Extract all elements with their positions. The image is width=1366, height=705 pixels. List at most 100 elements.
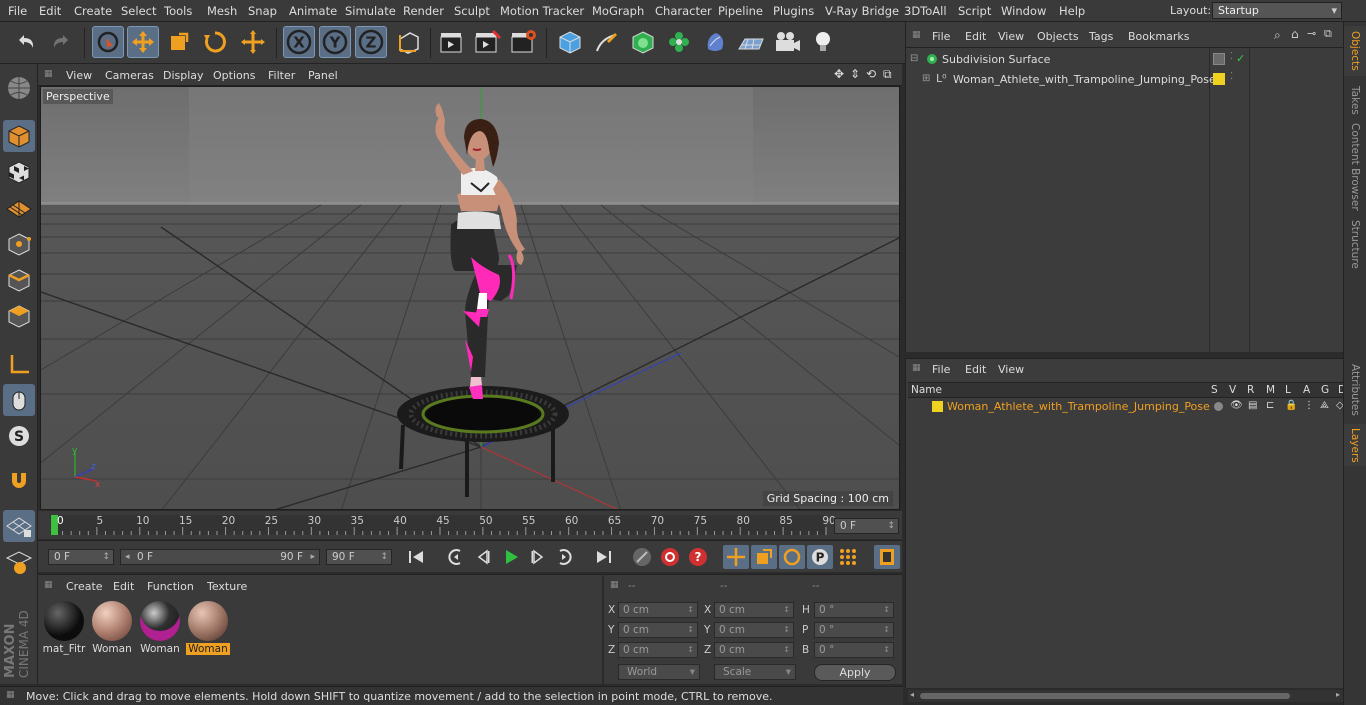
frame-range-slider[interactable]: ◂ 0 F 90 F ▸	[120, 549, 320, 565]
material-menu-texture[interactable]: Texture	[207, 580, 247, 593]
camera-icon[interactable]	[771, 26, 803, 58]
layer-menu-file[interactable]: File	[932, 363, 950, 376]
eye-icon[interactable]: 👁	[1230, 400, 1243, 411]
layer-color-icon[interactable]	[1213, 73, 1225, 85]
viewport-menu-options[interactable]: Options	[213, 69, 255, 82]
timeline-ruler[interactable]: 0 5 10 15 20 25 30 35 40 45 50 55 60 65 70 75 80 85 90 0 F	[38, 511, 902, 539]
animation-icon[interactable]: ⋮	[1304, 400, 1314, 411]
manager-icon[interactable]: ⊏	[1266, 400, 1274, 411]
material-menu-function[interactable]: Function	[147, 580, 194, 593]
cube-primitive-icon[interactable]	[554, 26, 586, 58]
undo-icon[interactable]	[10, 26, 42, 58]
layout-select[interactable]: Startup	[1212, 2, 1342, 19]
home-icon[interactable]: ⌂	[1291, 27, 1299, 41]
scrollbar-thumb[interactable]	[920, 693, 1290, 699]
solo-dot-icon[interactable]	[1214, 402, 1223, 411]
key-rotation-icon[interactable]	[779, 545, 805, 569]
menu-3dtoall[interactable]: 3DToAll	[904, 4, 947, 18]
menu-mograph[interactable]: MoGraph	[592, 4, 644, 18]
move-tool-icon[interactable]	[127, 26, 159, 58]
tab-structure[interactable]: Structure	[1344, 216, 1366, 272]
motion-record-icon[interactable]	[629, 545, 655, 569]
render-clapper-icon[interactable]: ▤	[1248, 400, 1257, 411]
recent-tools-icon[interactable]	[237, 26, 269, 58]
next-frame-icon[interactable]	[525, 545, 551, 569]
go-to-end-icon[interactable]	[591, 545, 617, 569]
previous-keyframe-icon[interactable]	[441, 545, 467, 569]
visibility-dots-icon[interactable]: ⁚	[1230, 71, 1233, 82]
rotate-tool-icon[interactable]	[199, 26, 231, 58]
object-menu-objects[interactable]: Objects	[1037, 30, 1079, 43]
scale-tool-icon[interactable]	[163, 26, 195, 58]
menu-tools[interactable]: Tools	[164, 4, 192, 18]
tab-content-browser[interactable]: Content Browser	[1344, 122, 1366, 212]
apply-button[interactable]: Apply	[814, 664, 896, 681]
lock-icon[interactable]: 🔒	[1285, 400, 1297, 411]
coordinate-mode-select[interactable]: World	[618, 664, 700, 680]
render-view-icon[interactable]	[436, 26, 468, 58]
horizontal-scrollbar[interactable]: ◂ ▸	[908, 690, 1344, 702]
rotation-b-field[interactable]: 0 °	[814, 642, 894, 658]
end-frame-field[interactable]: 90 F	[326, 549, 392, 565]
render-settings-icon[interactable]	[507, 26, 539, 58]
key-point-level-icon[interactable]	[835, 545, 861, 569]
material-swatch[interactable]: mat_Fitr	[42, 599, 86, 657]
layer-name[interactable]: Woman_Athlete_with_Trampoline_Jumping_Po…	[947, 400, 1210, 413]
menu-pipeline[interactable]: Pipeline	[718, 4, 763, 18]
tab-layers[interactable]: Layers	[1344, 424, 1366, 466]
viewport-menu-display[interactable]: Display	[163, 69, 204, 82]
material-menu-create[interactable]: Create	[66, 580, 103, 593]
object-menu-view[interactable]: View	[998, 30, 1024, 43]
y-axis-icon[interactable]: Y	[319, 26, 351, 58]
axis-mode-icon[interactable]	[3, 348, 35, 380]
size-y-field[interactable]: 0 cm	[714, 622, 794, 638]
viewport-maximize-icon[interactable]: ⧉	[883, 67, 892, 82]
points-mode-icon[interactable]	[3, 228, 35, 260]
object-menu-file[interactable]: File	[932, 30, 950, 43]
new-window-icon[interactable]: ⧉	[1324, 27, 1332, 41]
size-x-field[interactable]: 0 cm	[714, 602, 794, 618]
back-icon[interactable]: ⊸	[1307, 27, 1316, 40]
z-axis-icon[interactable]: Z	[355, 26, 387, 58]
position-z-field[interactable]: 0 cm	[618, 642, 698, 658]
menu-motion-tracker[interactable]: Motion Tracker	[500, 4, 584, 18]
visibility-dots-icon[interactable]: ⁚	[1230, 51, 1233, 62]
redo-icon[interactable]	[45, 26, 77, 58]
pen-spline-icon[interactable]	[590, 26, 622, 58]
light-icon[interactable]	[807, 26, 839, 58]
deformer-icon[interactable]	[699, 26, 731, 58]
size-mode-select[interactable]: Scale	[714, 664, 796, 680]
key-parameter-icon[interactable]: P	[807, 545, 833, 569]
tab-objects[interactable]: Objects	[1344, 26, 1366, 76]
viewport-menu-panel[interactable]: Panel	[308, 69, 338, 82]
material-menu-edit[interactable]: Edit	[113, 580, 134, 593]
expand-icon[interactable]: ⊞	[922, 73, 930, 84]
workplane-lock-icon[interactable]	[3, 546, 35, 578]
menu-file[interactable]: File	[8, 4, 27, 18]
position-x-field[interactable]: 0 cm	[618, 602, 698, 618]
render-picture-viewer-icon[interactable]	[471, 26, 503, 58]
coordinate-system-icon[interactable]	[393, 26, 425, 58]
timeline-window-icon[interactable]	[874, 545, 900, 569]
position-y-field[interactable]: 0 cm	[618, 622, 698, 638]
collapse-icon[interactable]: ⊟	[910, 53, 918, 64]
menu-mesh[interactable]: Mesh	[207, 4, 237, 18]
menu-animate[interactable]: Animate	[289, 4, 337, 18]
menu-sculpt[interactable]: Sculpt	[454, 4, 490, 18]
viewport-rotate-icon[interactable]: ⟲	[866, 67, 876, 81]
object-menu-bookmarks[interactable]: Bookmarks	[1128, 30, 1189, 43]
layer-row[interactable]: Woman_Athlete_with_Trampoline_Jumping_Po…	[908, 399, 1344, 415]
x-axis-icon[interactable]: X	[283, 26, 315, 58]
menu-script[interactable]: Script	[958, 4, 991, 18]
column-render[interactable]: R	[1247, 384, 1254, 396]
material-swatch[interactable]: Woman	[138, 599, 182, 657]
cloner-icon[interactable]	[663, 26, 695, 58]
model-mode-icon[interactable]	[3, 120, 35, 152]
make-editable-icon[interactable]	[3, 72, 35, 104]
column-locked[interactable]: L	[1285, 384, 1291, 396]
object-menu-edit[interactable]: Edit	[965, 30, 986, 43]
column-view[interactable]: V	[1229, 384, 1236, 396]
start-frame-field[interactable]: 0 F	[48, 549, 114, 565]
material-swatch[interactable]: Woman	[186, 599, 230, 657]
key-position-icon[interactable]	[723, 545, 749, 569]
